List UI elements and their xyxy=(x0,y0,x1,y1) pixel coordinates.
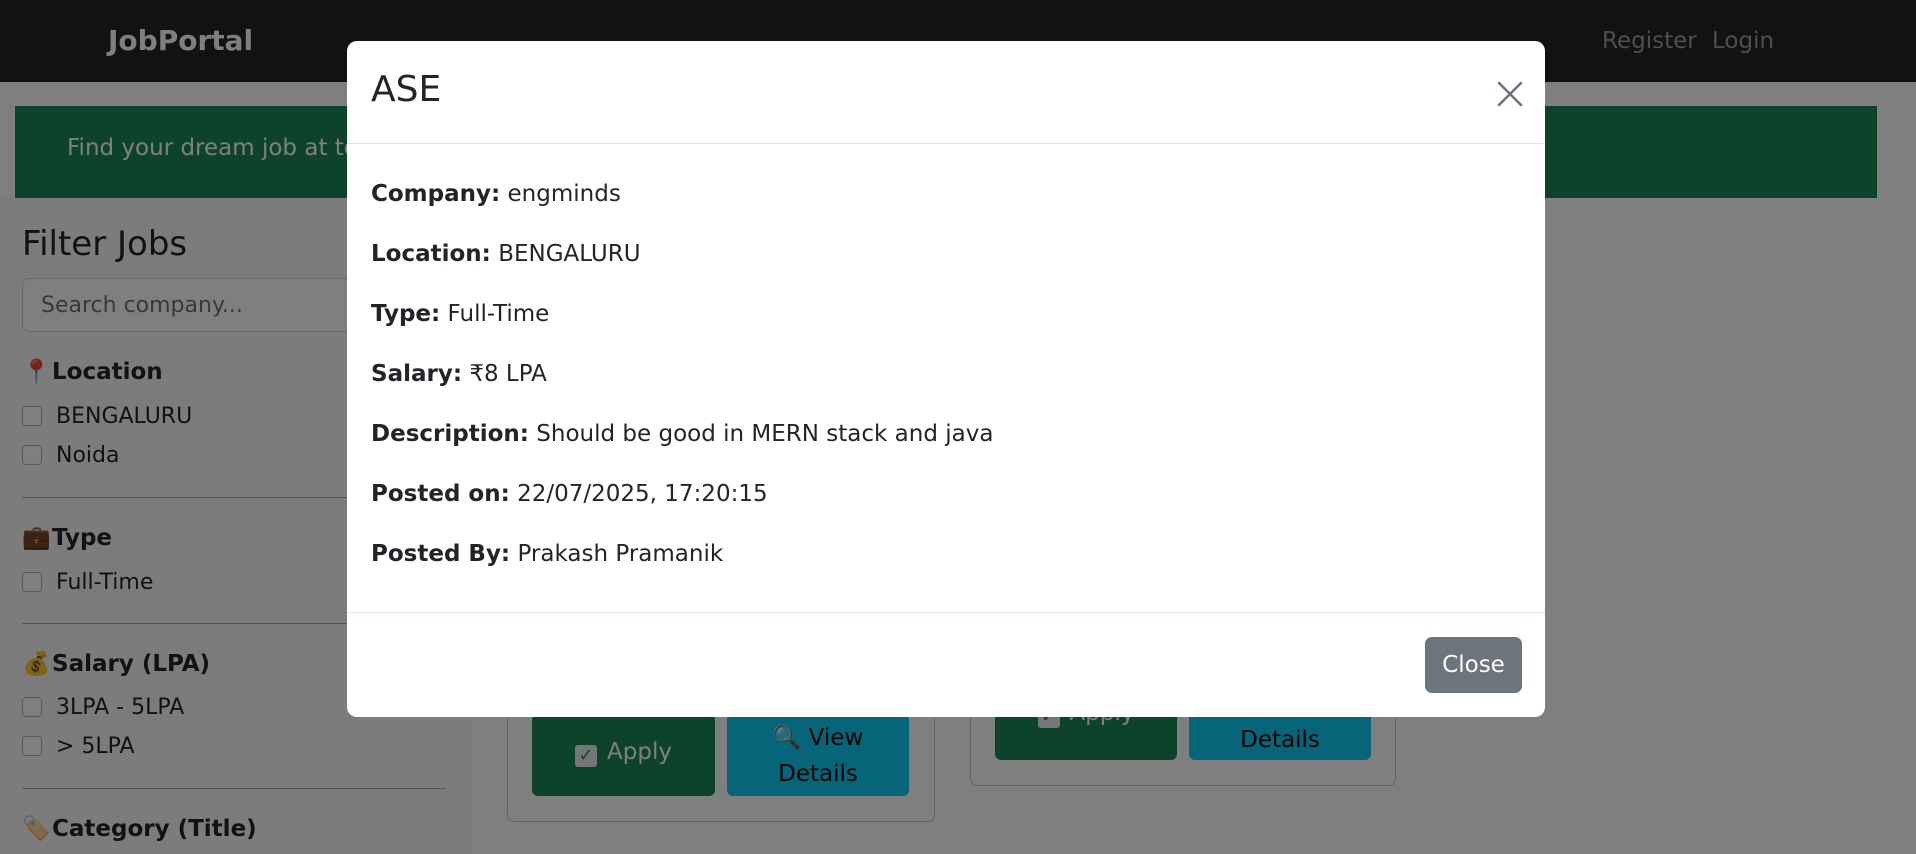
detail-value: Should be good in MERN stack and java xyxy=(536,421,994,447)
detail-label: Location: xyxy=(371,241,491,267)
posted-on-detail: Posted on: 22/07/2025, 17:20:15 xyxy=(371,481,768,507)
detail-value: ₹8 LPA xyxy=(469,361,547,387)
detail-value: engminds xyxy=(507,181,621,207)
detail-value: BENGALURU xyxy=(498,241,641,267)
detail-label: Company: xyxy=(371,181,501,207)
job-details-modal: ASE Company: engminds Location: BENGALUR… xyxy=(347,41,1545,717)
detail-label: Posted By: xyxy=(371,541,511,567)
modal-footer: Close xyxy=(347,612,1545,717)
detail-value: Full-Time xyxy=(447,301,550,327)
location-detail: Location: BENGALURU xyxy=(371,241,641,267)
salary-detail: Salary: ₹8 LPA xyxy=(371,361,547,387)
description-detail: Description: Should be good in MERN stac… xyxy=(371,421,993,447)
modal-body: Company: engminds Location: BENGALURU Ty… xyxy=(347,144,1545,612)
type-detail: Type: Full-Time xyxy=(371,301,549,327)
company-detail: Company: engminds xyxy=(371,181,621,207)
detail-label: Posted on: xyxy=(371,481,510,507)
modal-title: ASE xyxy=(371,69,442,110)
detail-label: Salary: xyxy=(371,361,463,387)
detail-label: Type: xyxy=(371,301,441,327)
posted-by-detail: Posted By: Prakash Pramanik xyxy=(371,541,723,567)
detail-value: 22/07/2025, 17:20:15 xyxy=(517,481,768,507)
modal-header: ASE xyxy=(347,41,1545,144)
close-button[interactable]: Close xyxy=(1425,637,1522,693)
detail-label: Description: xyxy=(371,421,529,447)
close-icon[interactable] xyxy=(1493,77,1527,111)
detail-value: Prakash Pramanik xyxy=(517,541,724,567)
